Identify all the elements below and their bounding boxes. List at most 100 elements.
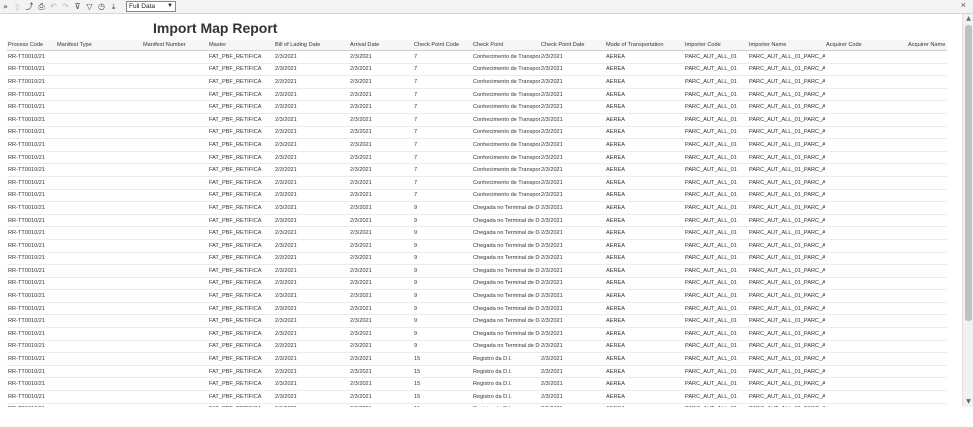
- table-cell: AEREA: [605, 239, 684, 253]
- table-cell: Chegada no Terminal de Destino: [472, 327, 540, 341]
- table-row[interactable]: RR-TT0010/21FAT_PBF_RETIFICA2/3/20212/3/…: [7, 126, 947, 140]
- table-cell: FAT_PBF_RETIFICA: [208, 201, 274, 215]
- table-row[interactable]: RR-TT0010/21FAT_PBF_RETIFICA2/3/20212/3/…: [7, 252, 947, 266]
- table-row[interactable]: RR-TT0010/21FAT_PBF_RETIFICA2/3/20212/3/…: [7, 138, 947, 152]
- column-header[interactable]: Acquirer Name: [907, 40, 947, 51]
- table-cell: [907, 302, 947, 316]
- table-cell: FAT_PBF_RETIFICA: [208, 88, 274, 102]
- table-row[interactable]: RR-TT0010/21FAT_PBF_RETIFICA2/3/20212/3/…: [7, 277, 947, 291]
- table-cell: Conhecimento de Transporte: [472, 63, 540, 77]
- table-cell: [56, 201, 142, 215]
- column-header[interactable]: Check Point: [472, 40, 540, 51]
- close-icon[interactable]: ×: [961, 0, 966, 10]
- table-cell: FAT_PBF_RETIFICA: [208, 277, 274, 291]
- table-cell: [825, 113, 907, 127]
- table-row[interactable]: RR-TT0010/21FAT_PBF_RETIFICA2/3/20212/3/…: [7, 88, 947, 102]
- table-row[interactable]: RR-TT0010/21FAT_PBF_RETIFICA2/3/20212/3/…: [7, 163, 947, 177]
- column-header[interactable]: Importer Code: [684, 40, 748, 51]
- table-row[interactable]: RR-TT0010/21FAT_PBF_RETIFICA2/3/20212/3/…: [7, 264, 947, 278]
- clear-filter-icon[interactable]: ⊽: [72, 1, 83, 12]
- table-row[interactable]: RR-TT0010/21FAT_PBF_RETIFICA2/3/20212/3/…: [7, 75, 947, 89]
- table-row[interactable]: RR-TT0010/21FAT_PBF_RETIFICA2/3/20212/3/…: [7, 314, 947, 329]
- table-cell: [825, 63, 907, 77]
- table-row[interactable]: RR-TT0010/21FAT_PBF_RETIFICA2/3/20212/3/…: [7, 201, 947, 215]
- table-row[interactable]: RR-TT0010/21FAT_PBF_RETIFICA2/3/20212/3/…: [7, 352, 947, 366]
- table-row[interactable]: RR-TT0010/21FAT_PBF_RETIFICA2/3/20212/3/…: [7, 327, 947, 341]
- table-cell: 2/3/2021: [540, 214, 605, 228]
- scroll-up-icon[interactable]: ▲: [963, 14, 973, 24]
- table-row[interactable]: RR-TT0010/21FAT_PBF_RETIFICA2/3/20212/3/…: [7, 63, 947, 77]
- table-row[interactable]: RR-TT0010/21FAT_PBF_RETIFICA2/3/20212/3/…: [7, 50, 947, 64]
- table-cell: RR-TT0010/21: [7, 390, 56, 404]
- column-header[interactable]: Mode of Transportation: [605, 40, 684, 51]
- column-header[interactable]: Arrival Date: [349, 40, 413, 51]
- column-header[interactable]: Importer Name: [748, 40, 825, 51]
- download-icon[interactable]: ⤓: [108, 1, 119, 12]
- table-cell: 2/3/2021: [540, 239, 605, 253]
- report-viewport[interactable]: Import Map Report Process Code Manifest T…: [0, 14, 961, 407]
- table-cell: AEREA: [605, 138, 684, 152]
- table-cell: PARC_AUT_ALL_01_PARC_AUT: [748, 189, 825, 203]
- column-header[interactable]: Acquirer Code: [825, 40, 907, 51]
- table-row[interactable]: RR-TT0010/21FAT_PBF_RETIFICA2/3/20212/3/…: [7, 289, 947, 303]
- table-cell: [825, 138, 907, 152]
- table-row[interactable]: RR-TT0010/21FAT_PBF_RETIFICA2/3/20212/3/…: [7, 302, 947, 316]
- redo-icon[interactable]: ↷: [60, 1, 71, 12]
- table-row[interactable]: RR-TT0010/21FAT_PBF_RETIFICA2/3/20212/3/…: [7, 189, 947, 203]
- document-icon[interactable]: ▯: [12, 1, 23, 12]
- column-header[interactable]: Master: [208, 40, 274, 51]
- table-cell: AEREA: [605, 264, 684, 278]
- toolbar-icons: ▯ ⤴ ⎙ ↶ ↷ ⊽ ▽ ◷ ⤓: [12, 1, 120, 12]
- table-cell: Chegada no Terminal de Destino: [472, 226, 540, 240]
- table-cell: 9: [413, 252, 472, 266]
- column-header[interactable]: Manifest Number: [142, 40, 208, 51]
- table-row[interactable]: RR-TT0010/21FAT_PBF_RETIFICA2/3/20212/3/…: [7, 151, 947, 165]
- table-row[interactable]: RR-TT0010/21FAT_PBF_RETIFICA2/3/20212/3/…: [7, 226, 947, 240]
- table-row[interactable]: RR-TT0010/21FAT_PBF_RETIFICA2/3/20212/3/…: [7, 239, 947, 253]
- column-header[interactable]: Check Point Date: [540, 40, 605, 51]
- table-cell: PARC_AUT_ALL_01: [684, 340, 748, 354]
- scroll-down-icon[interactable]: ▼: [963, 397, 973, 407]
- table-cell: RR-TT0010/21: [7, 176, 56, 190]
- table-cell: [56, 264, 142, 278]
- column-header[interactable]: Bill of Lading Date: [274, 40, 349, 51]
- table-row[interactable]: RR-TT0010/21FAT_PBF_RETIFICA2/3/20212/3/…: [7, 377, 947, 392]
- undo-icon[interactable]: ↶: [48, 1, 59, 12]
- table-row[interactable]: RR-TT0010/21FAT_PBF_RETIFICA2/3/20212/3/…: [7, 390, 947, 404]
- table-cell: PARC_AUT_ALL_01: [684, 75, 748, 89]
- table-row[interactable]: RR-TT0010/21FAT_PBF_RETIFICA2/3/20212/3/…: [7, 214, 947, 228]
- table-cell: PARC_AUT_ALL_01_PARC_AUT: [748, 289, 825, 303]
- table-cell: 2/3/2021: [274, 390, 349, 404]
- column-header[interactable]: Process Code: [7, 40, 56, 51]
- table-cell: 2/3/2021: [540, 176, 605, 190]
- table-cell: 2/3/2021: [349, 126, 413, 140]
- column-header[interactable]: Check Point Code: [413, 40, 472, 51]
- table-cell: 7: [413, 138, 472, 152]
- column-header[interactable]: Manifest Type: [56, 40, 142, 51]
- vertical-scrollbar[interactable]: ▲ ▼: [962, 14, 973, 407]
- table-cell: 2/3/2021: [540, 277, 605, 291]
- table-row[interactable]: RR-TT0010/21FAT_PBF_RETIFICA2/3/20212/3/…: [7, 365, 947, 379]
- expand-icon[interactable]: »: [0, 1, 11, 12]
- table-cell: 7: [413, 189, 472, 203]
- table-row[interactable]: RR-TT0010/21FAT_PBF_RETIFICA2/3/20212/3/…: [7, 176, 947, 190]
- table-cell: [825, 277, 907, 291]
- table-cell: PARC_AUT_ALL_01_PARC_AUT: [748, 214, 825, 228]
- print-icon[interactable]: ⎙: [36, 1, 47, 12]
- export-icon[interactable]: ⤴: [24, 1, 35, 12]
- scrollbar-thumb[interactable]: [965, 25, 972, 321]
- table-cell: 2/3/2021: [349, 365, 413, 379]
- filter-icon[interactable]: ▽: [84, 1, 95, 12]
- table-cell: 2/3/2021: [274, 327, 349, 341]
- view-select[interactable]: Full Data ▼: [126, 1, 176, 12]
- table-row[interactable]: RR-TT0010/21FAT_PBF_RETIFICA2/3/20212/3/…: [7, 340, 947, 354]
- table-cell: 2/3/2021: [349, 201, 413, 215]
- table-row[interactable]: RR-TT0010/21FAT_PBF_RETIFICA2/3/20212/3/…: [7, 403, 947, 407]
- table-row[interactable]: RR-TT0010/21FAT_PBF_RETIFICA2/3/20212/3/…: [7, 113, 947, 127]
- table-cell: 9: [413, 214, 472, 228]
- table-cell: RR-TT0010/21: [7, 50, 56, 64]
- table-cell: 2/3/2021: [349, 327, 413, 341]
- table-row[interactable]: RR-TT0010/21FAT_PBF_RETIFICA2/3/20212/3/…: [7, 100, 947, 114]
- clock-icon[interactable]: ◷: [96, 1, 107, 12]
- table-cell: [825, 403, 907, 407]
